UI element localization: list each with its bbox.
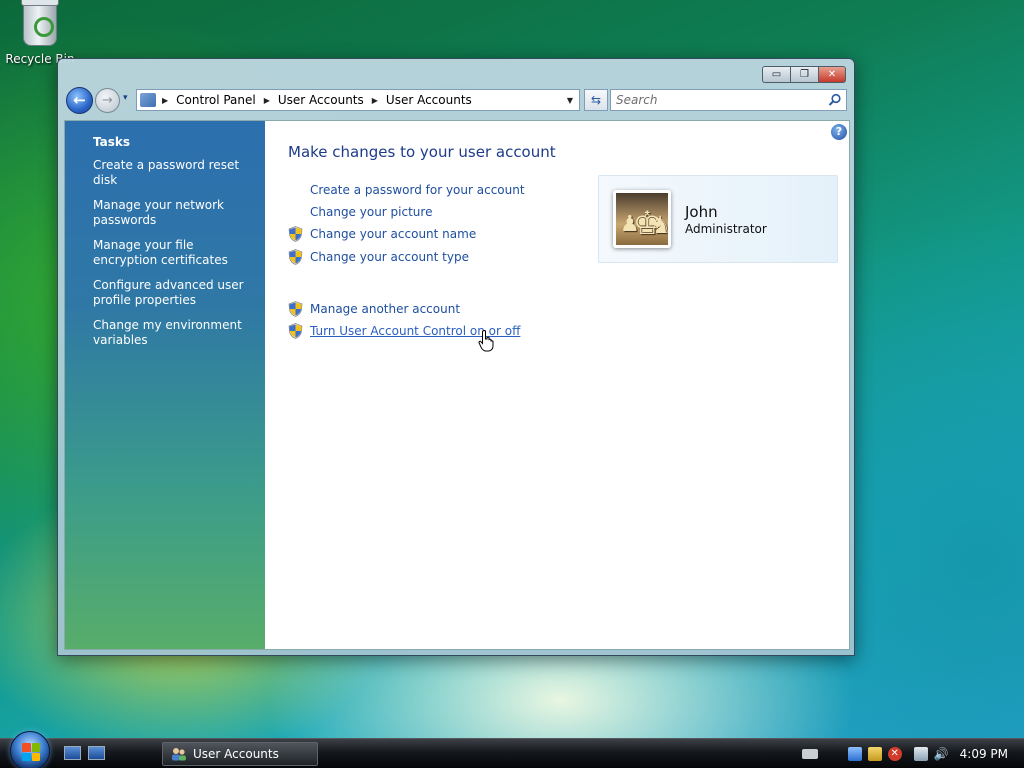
user-picture-avatar[interactable]: ♟ ♚ ♞ (613, 190, 671, 248)
uac-shield-icon (288, 301, 303, 317)
recent-pages-button[interactable]: ▾ (123, 93, 128, 103)
taskbar-button-label: User Accounts (193, 747, 279, 761)
close-button[interactable]: ✕ (818, 66, 846, 83)
breadcrumb-separator[interactable]: ▶ (372, 96, 378, 105)
uac-shield-icon (288, 226, 303, 242)
security-center-icon[interactable] (867, 747, 882, 761)
main-pane: ? Make changes to your user account Crea… (265, 121, 849, 649)
user-account-type: Administrator (685, 222, 767, 236)
clock[interactable]: 4:09 PM (960, 747, 1008, 761)
breadcrumb-user-accounts[interactable]: User Accounts (278, 93, 364, 107)
user-accounts-window: ▭ ❐ ✕ ← → ▾ ▶ Control Panel ▶ User Accou… (57, 58, 855, 656)
link-row-change-picture: Change your picture (288, 203, 432, 221)
start-button[interactable] (10, 731, 50, 768)
navigation-bar: ← → ▾ ▶ Control Panel ▶ User Accounts ▶ … (64, 87, 847, 115)
update-icon[interactable] (847, 747, 862, 761)
window-content: Tasks Create a password reset disk Manag… (64, 120, 850, 650)
link-row-change-account-type: Change your account type (288, 248, 469, 266)
address-bar[interactable]: ▶ Control Panel ▶ User Accounts ▶ User A… (136, 89, 580, 111)
manage-another-account-link[interactable]: Manage another account (310, 302, 460, 316)
uac-shield-icon (288, 249, 303, 265)
user-name: John (685, 203, 718, 221)
user-account-tile: ♟ ♚ ♞ John Administrator (598, 175, 838, 263)
search-icon[interactable] (828, 93, 842, 107)
link-row-change-account-name: Change your account name (288, 225, 476, 243)
breadcrumb-separator[interactable]: ▶ (162, 96, 168, 105)
change-account-name-link[interactable]: Change your account name (310, 227, 476, 241)
page-title: Make changes to your user account (288, 143, 556, 161)
breadcrumb-user-accounts-current[interactable]: User Accounts (386, 93, 472, 107)
network-icon[interactable] (913, 747, 928, 761)
back-button[interactable]: ← (66, 87, 93, 114)
refresh-button[interactable]: ⇆ (584, 89, 608, 111)
task-manage-file-encryption-certificates[interactable]: Manage your file encryption certificates (93, 238, 258, 268)
change-account-type-link[interactable]: Change your account type (310, 250, 469, 264)
task-create-password-reset-disk[interactable]: Create a password reset disk (93, 158, 258, 188)
uac-shield-icon (288, 323, 303, 339)
link-row-create-password: Create a password for your account (288, 181, 525, 199)
recycle-bin-desktop-icon[interactable]: Recycle Bin (4, 0, 76, 66)
keyboard-icon[interactable] (801, 749, 818, 759)
show-desktop-icon[interactable] (64, 746, 81, 760)
search-input[interactable] (611, 90, 821, 110)
breadcrumb-separator[interactable]: ▶ (264, 96, 270, 105)
taskbar: User Accounts ✕ 🔊 4:09 PM (0, 731, 1024, 768)
address-dropdown-button[interactable]: ▼ (561, 96, 579, 105)
taskbar-user-accounts-button[interactable]: User Accounts (162, 742, 318, 766)
error-icon[interactable]: ✕ (887, 747, 902, 761)
breadcrumb-control-panel[interactable]: Control Panel (176, 93, 256, 107)
forward-button[interactable]: → (95, 88, 120, 113)
control-panel-icon (140, 93, 156, 107)
recycle-bin-icon (21, 0, 59, 46)
help-button[interactable]: ? (831, 124, 847, 140)
chess-knight-icon: ♞ (650, 211, 671, 239)
switch-windows-icon[interactable] (88, 746, 105, 760)
tasks-heading: Tasks (93, 135, 131, 149)
hand-cursor-icon (478, 330, 494, 352)
caption-buttons: ▭ ❐ ✕ (762, 66, 846, 83)
volume-icon[interactable]: 🔊 (934, 747, 949, 761)
task-configure-advanced-profile-properties[interactable]: Configure advanced user profile properti… (93, 278, 258, 308)
create-password-link[interactable]: Create a password for your account (310, 183, 525, 197)
system-tray: ✕ 🔊 4:09 PM (801, 739, 1024, 768)
task-change-environment-variables[interactable]: Change my environment variables (93, 318, 258, 348)
link-row-manage-another-account: Manage another account (288, 300, 460, 318)
search-box (610, 89, 847, 111)
user-accounts-icon (171, 747, 187, 761)
minimize-button[interactable]: ▭ (762, 66, 790, 83)
change-picture-link[interactable]: Change your picture (310, 205, 432, 219)
task-manage-network-passwords[interactable]: Manage your network passwords (93, 198, 258, 228)
maximize-button[interactable]: ❐ (790, 66, 818, 83)
windows-logo-icon (22, 743, 40, 761)
task-pane: Tasks Create a password reset disk Manag… (65, 121, 265, 649)
